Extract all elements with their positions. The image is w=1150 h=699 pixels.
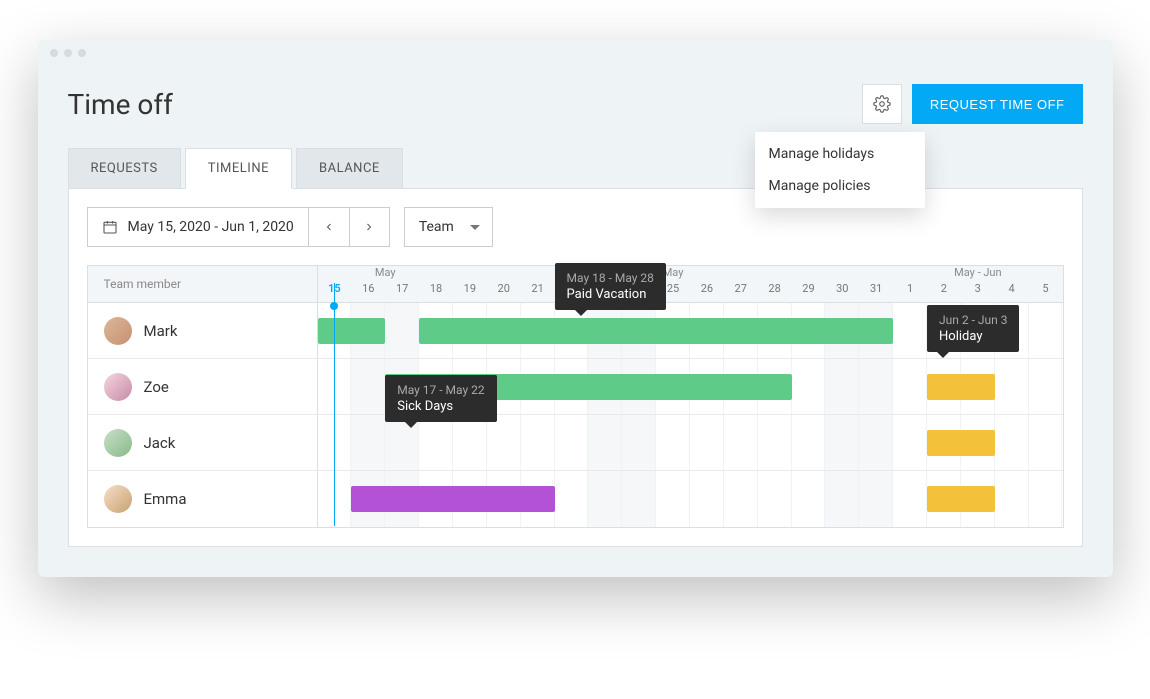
timeoff-bar[interactable] [927, 430, 995, 456]
day-header-cell: 19 [453, 282, 487, 302]
timeline-row: Emma [88, 471, 1063, 527]
day-header-cell: 18 [419, 282, 453, 302]
member-cell: Emma [88, 471, 318, 527]
date-range-button[interactable]: May 15, 2020 - Jun 1, 2020 [88, 208, 309, 246]
scope-label: Team [419, 219, 454, 235]
chevron-down-icon [470, 225, 480, 230]
bars-cell [318, 471, 1063, 527]
day-header-cell: 5 [1029, 282, 1063, 302]
today-line [334, 283, 335, 526]
today-dot [330, 302, 338, 310]
avatar [104, 317, 132, 345]
gear-icon [873, 95, 891, 113]
tabs: REQUESTS TIMELINE BALANCE [68, 148, 1083, 189]
window-dot [78, 49, 86, 57]
timeline-grid: Team member MayMayMay - Jun 151617181920… [87, 265, 1064, 528]
window-dot [50, 49, 58, 57]
timeline-row: Jack May 17 - May 22Sick Days [88, 415, 1063, 471]
menu-manage-policies[interactable]: Manage policies [755, 170, 925, 202]
day-header-cell: 20 [487, 282, 521, 302]
member-cell: Jack [88, 415, 318, 470]
member-name: Zoe [144, 378, 169, 396]
timeoff-bar[interactable] [927, 374, 995, 400]
tooltip-label: Paid Vacation [567, 287, 654, 302]
avatar [104, 373, 132, 401]
month-label: May [318, 266, 453, 282]
timeline-row: MarkMay 18 - May 28Paid Vacation [88, 303, 1063, 359]
month-label: May - Jun [893, 266, 1062, 282]
member-name: Emma [144, 490, 187, 508]
date-next-button[interactable] [349, 208, 389, 246]
chevron-left-icon [323, 221, 335, 233]
member-cell: Mark [88, 303, 318, 358]
tab-balance[interactable]: BALANCE [296, 148, 403, 189]
app-window: Time off REQUEST TIME OFF Manage holiday… [38, 40, 1113, 577]
window-titlebar [38, 40, 1113, 66]
chevron-right-icon [363, 221, 375, 233]
day-header-cell: 3 [961, 282, 995, 302]
day-header-cell: 29 [792, 282, 826, 302]
day-header-cell: 30 [825, 282, 859, 302]
day-header-cell: 2 [927, 282, 961, 302]
day-header-cell: 27 [724, 282, 758, 302]
tooltip: May 18 - May 28 Paid Vacation [555, 263, 666, 310]
date-range-picker: May 15, 2020 - Jun 1, 2020 [87, 207, 390, 247]
avatar [104, 429, 132, 457]
member-name: Jack [144, 434, 176, 452]
settings-dropdown: Manage holidays Manage policies [755, 132, 925, 208]
member-cell: Zoe [88, 359, 318, 414]
tooltip-dates: May 17 - May 22 [397, 383, 484, 397]
timeline-panel: May 15, 2020 - Jun 1, 2020 Team [68, 188, 1083, 547]
date-range-label: May 15, 2020 - Jun 1, 2020 [128, 219, 294, 235]
tooltip-label: Holiday [939, 329, 1007, 344]
request-time-off-button[interactable]: REQUEST TIME OFF [912, 84, 1083, 124]
timeoff-bar[interactable] [927, 486, 995, 512]
day-header-cell: 16 [351, 282, 385, 302]
tab-requests[interactable]: REQUESTS [68, 148, 181, 189]
timeoff-bar[interactable] [351, 486, 554, 512]
timeoff-bar[interactable] [419, 318, 893, 344]
timeoff-bar[interactable] [318, 318, 386, 344]
day-header-cell: 17 [385, 282, 419, 302]
day-header-cell: 28 [758, 282, 792, 302]
bars-cell: May 17 - May 22Sick Days [318, 415, 1063, 470]
settings-button[interactable] [862, 84, 902, 124]
tooltip-dates: May 18 - May 28 [567, 271, 654, 285]
menu-manage-holidays[interactable]: Manage holidays [755, 138, 925, 170]
page-title: Time off [68, 88, 173, 121]
calendar-icon [102, 219, 118, 235]
window-dot [64, 49, 72, 57]
date-prev-button[interactable] [309, 208, 349, 246]
tooltip-dates: Jun 2 - Jun 3 [939, 313, 1007, 327]
day-header-cell: 1 [893, 282, 927, 302]
timeline-row: ZoeJun 2 - Jun 3Holiday [88, 359, 1063, 415]
day-header-cell: 26 [690, 282, 724, 302]
tab-timeline[interactable]: TIMELINE [185, 148, 292, 189]
day-header-cell: 21 [521, 282, 555, 302]
tooltip: May 17 - May 22 Sick Days [385, 375, 496, 422]
avatar [104, 485, 132, 513]
scope-select[interactable]: Team [404, 207, 493, 247]
day-header-cell: 31 [859, 282, 893, 302]
tooltip-label: Sick Days [397, 399, 484, 414]
day-header-cell: 4 [995, 282, 1029, 302]
member-header: Team member [88, 266, 318, 302]
tooltip: Jun 2 - Jun 3 Holiday [927, 305, 1019, 352]
member-name: Mark [144, 322, 178, 340]
month-label: May [453, 266, 893, 282]
